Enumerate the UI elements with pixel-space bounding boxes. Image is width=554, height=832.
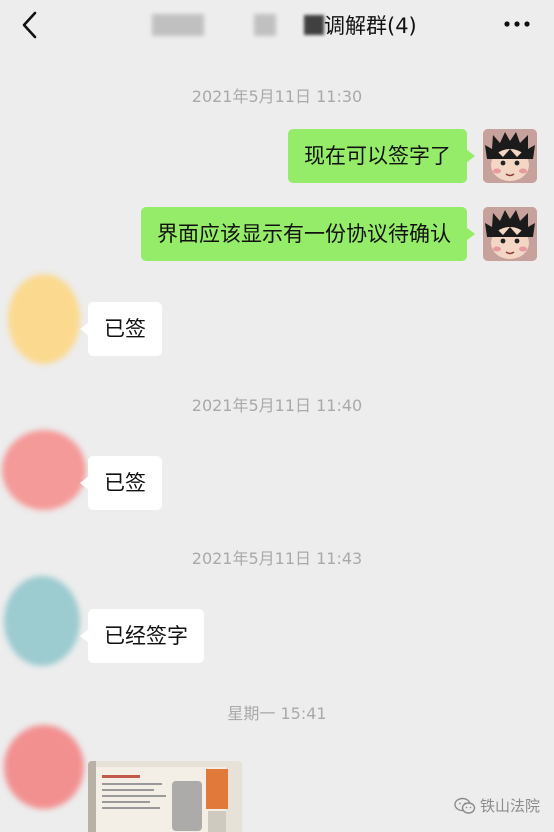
blurred-avatar[interactable] xyxy=(4,725,84,809)
document-photo-icon xyxy=(88,761,242,832)
redacted-name-block xyxy=(152,14,204,36)
image-message[interactable] xyxy=(88,761,242,832)
watermark: 铁山法院 xyxy=(454,795,540,816)
received-message-bubble[interactable]: 已经签字 xyxy=(80,609,204,663)
received-message-bubble[interactable]: 已签 xyxy=(80,302,162,356)
back-button[interactable] xyxy=(14,8,50,44)
blurred-avatar[interactable] xyxy=(2,430,86,510)
timestamp: 2021年5月11日 11:40 xyxy=(191,396,363,415)
timestamp: 星期一 15:41 xyxy=(227,704,327,723)
cartoon-avatar-icon xyxy=(483,129,537,183)
chat-title-area: 调解群(4) xyxy=(152,8,417,42)
redacted-name-block xyxy=(254,14,276,36)
blurred-avatar[interactable] xyxy=(8,274,80,364)
cartoon-avatar-icon xyxy=(483,207,537,261)
received-message-bubble[interactable]: 已签 xyxy=(80,456,162,510)
my-avatar[interactable] xyxy=(483,129,537,183)
chat-header: 调解群(4) xyxy=(0,0,554,52)
wechat-logo-icon xyxy=(454,797,476,814)
blurred-avatar[interactable] xyxy=(4,576,80,666)
timestamp: 2021年5月11日 11:30 xyxy=(191,87,363,106)
redacted-name-block xyxy=(304,15,324,35)
chevron-left-icon xyxy=(22,11,37,39)
more-dots-icon xyxy=(504,21,530,27)
chat-title: 调解群(4) xyxy=(324,14,417,38)
my-avatar[interactable] xyxy=(483,207,537,261)
more-button[interactable] xyxy=(502,12,532,36)
sent-message-bubble[interactable]: 界面应该显示有一份协议待确认 xyxy=(141,207,475,261)
watermark-text: 铁山法院 xyxy=(479,797,540,815)
sent-message-bubble[interactable]: 现在可以签字了 xyxy=(288,129,475,183)
timestamp: 2021年5月11日 11:43 xyxy=(191,549,363,568)
